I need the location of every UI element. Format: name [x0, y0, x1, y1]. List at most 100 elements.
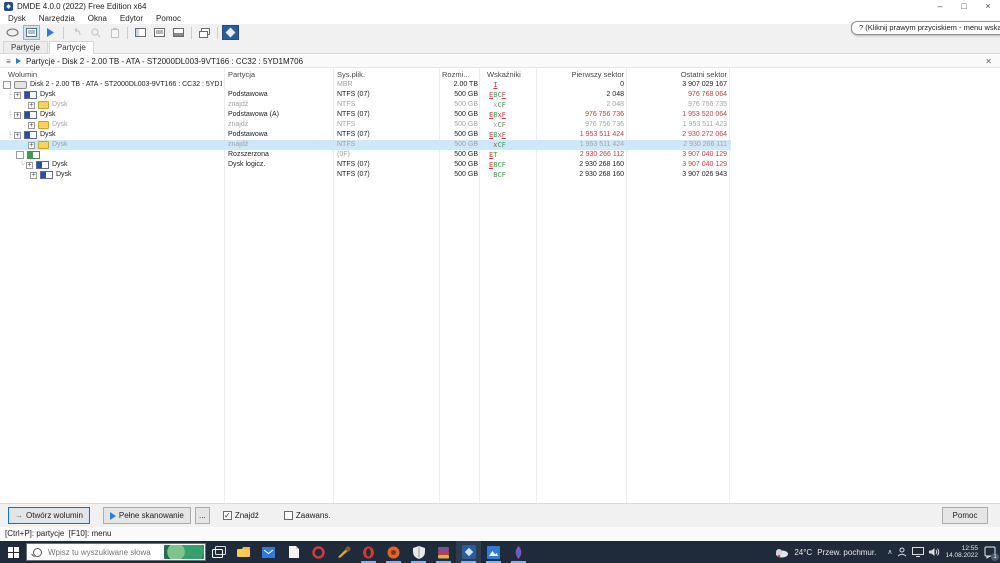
filesystem-cell: NTFS (07): [337, 161, 370, 168]
menu-item-dysk[interactable]: Dysk: [8, 14, 26, 23]
last-sector-cell: 2 930 266 111: [683, 141, 727, 148]
advanced-checkbox-box[interactable]: [283, 511, 293, 520]
column-header-partycja[interactable]: Partycja: [228, 69, 328, 80]
opera-taskbar-icon[interactable]: [356, 541, 381, 563]
column-header-pierwszysektor[interactable]: Pierwszy sektor: [538, 69, 624, 80]
search-highlight-image[interactable]: [164, 545, 204, 559]
window-hex-icon[interactable]: [170, 25, 187, 40]
last-sector-cell: 3 907 029 167: [682, 81, 727, 88]
start-button[interactable]: [0, 541, 26, 563]
volume-label: Dysk: [40, 111, 56, 118]
indicator-I: I: [493, 81, 498, 89]
hidden-icons-caret[interactable]: ∧: [887, 548, 892, 556]
weather-temp[interactable]: 24°C: [794, 548, 812, 557]
more-options-button[interactable]: ...: [194, 507, 210, 524]
winrar-taskbar-icon[interactable]: [431, 541, 456, 563]
close-button[interactable]: ×: [976, 0, 1000, 13]
help-button-label: Pomoc: [952, 511, 978, 520]
orange-ring-app-taskbar-icon[interactable]: [381, 541, 406, 563]
find-checkbox-box[interactable]: ✓: [222, 511, 232, 520]
row-checkbox[interactable]: [3, 81, 11, 89]
defender-shield-taskbar-icon[interactable]: [406, 541, 431, 563]
file-explorer-taskbar-icon[interactable]: [231, 541, 256, 563]
dmde-logo-icon[interactable]: [222, 25, 239, 40]
menu-item-okna[interactable]: Okna: [88, 14, 107, 23]
expand-toggle-icon[interactable]: +: [14, 131, 21, 139]
find-checkbox-label: Znajdź: [234, 511, 259, 520]
minimize-button[interactable]: –: [928, 0, 952, 13]
last-sector-cell: 3 907 040 129: [682, 161, 727, 168]
open-volume-button[interactable]: → Otwórz wolumin: [8, 507, 90, 524]
first-sector-cell: 2 930 268 160: [579, 171, 624, 178]
indicator-F: F: [501, 111, 506, 119]
expand-toggle-icon[interactable]: +: [14, 111, 21, 119]
meet-now-icon[interactable]: [897, 547, 907, 557]
full-scan-icon[interactable]: [42, 25, 59, 40]
display-tray-icon[interactable]: [912, 547, 925, 557]
document-taskbar-icon[interactable]: [281, 541, 306, 563]
table-row-selected[interactable]: + Dysk znajdź NTFS 500 GB xCF 1 953 511 424 2 …: [0, 140, 731, 150]
dmde-taskbar-icon[interactable]: [456, 541, 481, 563]
table-row[interactable]: ├ + Dysk Podstawowa (A) NTFS (07) 500 GB EBxF 9…: [0, 110, 731, 120]
expand-toggle-icon[interactable]: +: [30, 171, 37, 179]
partitions-icon[interactable]: [23, 25, 40, 40]
red-ring-app-taskbar-icon[interactable]: [306, 541, 331, 563]
window-list-icon[interactable]: [151, 25, 168, 40]
expand-toggle-icon[interactable]: +: [26, 161, 33, 169]
menu-item-pomoc[interactable]: Pomoc: [156, 14, 181, 23]
tab-partycje-1[interactable]: Partycje: [3, 41, 48, 53]
column-header-wskaniki[interactable]: Wskaźniki: [487, 69, 542, 80]
panel-close-icon[interactable]: ✕: [985, 57, 992, 66]
part-blue-icon: [40, 171, 53, 179]
indicator-F: F: [501, 161, 506, 169]
task-view-taskbar-icon[interactable]: [206, 541, 231, 563]
advanced-checkbox[interactable]: Zaawans.: [283, 511, 331, 520]
table-row[interactable]: + Dysk znajdź NTFS 500 GB xCF 2 048 976 756 73…: [0, 100, 731, 110]
panel-menu-icon[interactable]: ≡: [4, 57, 13, 66]
full-scan-button[interactable]: Pełne skanowanie: [102, 507, 191, 524]
find-checkbox[interactable]: ✓ Znajdź: [222, 511, 259, 520]
column-header-sysplik[interactable]: Sys.plik.: [337, 69, 432, 80]
expand-toggle-icon[interactable]: +: [28, 121, 35, 129]
photos-taskbar-icon[interactable]: [481, 541, 506, 563]
size-cell: 500 GB: [454, 161, 478, 168]
column-header-rozmi[interactable]: Rozmi...: [442, 69, 478, 80]
search-input[interactable]: [46, 546, 155, 558]
table-row[interactable]: + Dysk znajdź NTFS 500 GB xCF 976 756 736 1 95…: [0, 120, 731, 130]
paint3d-taskbar-icon[interactable]: [506, 541, 531, 563]
row-checkbox[interactable]: [16, 151, 24, 159]
partition-type-cell: znajdź: [228, 121, 249, 128]
help-button[interactable]: Pomoc: [942, 507, 988, 524]
expand-toggle-icon[interactable]: +: [28, 141, 35, 149]
menu-item-narzędzia[interactable]: Narzędzia: [39, 14, 75, 23]
table-row[interactable]: └ + Dysk Dysk logicz. NTFS (07) 500 GB EBCF 2 9…: [0, 160, 731, 170]
paint-brush-taskbar-icon[interactable]: [331, 541, 356, 563]
window-panel-icon[interactable]: [132, 25, 149, 40]
menu-item-edytor[interactable]: Edytor: [120, 14, 143, 23]
table-row[interactable]: ├ + Dysk Podstawowa NTFS (07) 500 GB EBxF 1 953…: [0, 130, 731, 140]
maximize-button[interactable]: □: [952, 0, 976, 13]
notification-center-icon[interactable]: 1: [983, 545, 999, 561]
expand-toggle-icon[interactable]: +: [14, 91, 21, 99]
table-row[interactable]: Rozszerzona (0F) 500 GB ET 2 930 266 112 3 90…: [0, 150, 731, 160]
last-sector-cell: 3 907 026 943: [682, 171, 727, 178]
volume-icon[interactable]: [929, 547, 940, 557]
part-blue-icon: [24, 131, 37, 139]
mail-taskbar-icon[interactable]: [256, 541, 281, 563]
column-header-ostatnisektor[interactable]: Ostatni sektor: [630, 69, 727, 80]
taskbar-apps: [206, 541, 531, 563]
expand-toggle-icon[interactable]: +: [28, 101, 35, 109]
volume-label: Dysk: [52, 101, 68, 108]
table-row[interactable]: ├ + Dysk Podstawowa NTFS (07) 500 GB EBCF 2 048…: [0, 90, 731, 100]
cascade-windows-icon[interactable]: [196, 25, 213, 40]
indicator-F: F: [501, 91, 506, 99]
tab-partycje-2[interactable]: Partycje: [48, 41, 94, 54]
taskbar-clock[interactable]: 12:55 14.08.2022: [945, 545, 978, 560]
open-disk-icon[interactable]: [4, 25, 21, 40]
table-row[interactable]: Disk 2 - 2.00 TB - ATA - ST2000DL003-9VT…: [0, 80, 731, 90]
taskbar-search-box[interactable]: [26, 543, 206, 561]
weather-desc[interactable]: Przew. pochmur.: [817, 548, 876, 557]
folder-icon: [38, 101, 49, 109]
table-row[interactable]: + Dysk NTFS (07) 500 GB BCF 2 930 268 160 3 9…: [0, 170, 731, 180]
column-header-wolumin[interactable]: Wolumin: [8, 69, 218, 80]
